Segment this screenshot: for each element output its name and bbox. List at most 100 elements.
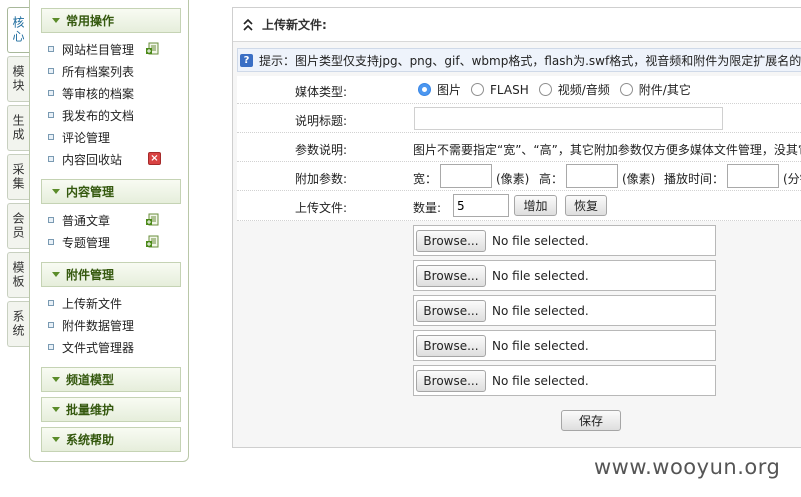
group-title: 系统帮助 (66, 433, 115, 447)
add-button[interactable]: 增加 (514, 195, 557, 216)
media-type-options: 图片 FLASH 视频/音频 附件/其它 (418, 81, 701, 98)
chevron-down-icon (52, 407, 60, 412)
file-input-2: Browse... No file selected. (413, 260, 716, 291)
radio-image[interactable]: 图片 (418, 81, 461, 98)
group-title: 频道模型 (66, 373, 115, 387)
reset-button[interactable]: 恢复 (565, 195, 607, 216)
caption-label: 说明标题: (295, 114, 348, 128)
radio-video-audio[interactable]: 视频/音频 (538, 81, 610, 98)
group-system-help[interactable]: 系统帮助 (41, 427, 181, 452)
media-type-label: 媒体类型: (295, 85, 348, 99)
sidebar-item-recycle-bin[interactable]: 内容回收站 (48, 150, 122, 168)
bullet-icon (48, 344, 54, 350)
sidebar-item-label: 内容回收站 (62, 152, 123, 167)
sidebar-item-topics[interactable]: 专题管理 (48, 233, 110, 251)
sidebar-item-upload-file[interactable]: 上传新文件 (48, 294, 122, 312)
radio-label: 视频/音频 (557, 83, 610, 97)
width-input[interactable] (440, 164, 492, 188)
bullet-icon (48, 46, 54, 52)
radio-label: 附件/其它 (638, 83, 691, 97)
tab-collect[interactable]: 采集 (7, 154, 29, 200)
sidebar-item-label: 文件式管理器 (62, 340, 135, 355)
sidebar-item-all-archives[interactable]: 所有档案列表 (48, 62, 134, 80)
upload-label: 上传文件: (295, 201, 348, 215)
radio-flash[interactable]: FLASH (471, 83, 529, 97)
group-batch-maintain[interactable]: 批量维护 (41, 397, 181, 422)
sidebar-item-pending-review[interactable]: 等审核的档案 (48, 84, 134, 102)
radio-unselected-icon (471, 83, 485, 96)
tab-core[interactable]: 核心 (7, 7, 29, 53)
bullet-icon (48, 217, 54, 223)
chevron-down-icon (52, 437, 60, 442)
recycle-bin-icon[interactable]: × (148, 152, 161, 165)
sidebar-item-articles[interactable]: 普通文章 (48, 211, 110, 229)
save-button[interactable]: 保存 (561, 410, 621, 431)
sidebar-item-label: 评论管理 (62, 130, 111, 145)
height-unit: (像素) (622, 172, 656, 186)
browse-button[interactable]: Browse... (416, 229, 486, 252)
browse-button[interactable]: Browse... (416, 299, 486, 322)
height-label: 高： (539, 172, 564, 186)
tab-template[interactable]: 模板 (7, 252, 29, 298)
radio-attachment[interactable]: 附件/其它 (619, 81, 691, 98)
sidebar-item-attachment-data[interactable]: 附件数据管理 (48, 316, 134, 334)
browse-button[interactable]: Browse... (416, 264, 486, 287)
params-desc-row: 参数说明: 图片不需要指定“宽”、“高”，其它附加参数仅方便多媒体文件管理，没其… (237, 133, 801, 162)
file-status: No file selected. (492, 303, 589, 318)
caption-input[interactable] (414, 107, 723, 130)
group-common-ops[interactable]: 常用操作 (41, 8, 181, 33)
tab-module[interactable]: 模块 (7, 56, 29, 102)
count-label: 数量: (413, 201, 442, 215)
sidebar-item-label: 所有档案列表 (62, 64, 135, 79)
add-document-icon[interactable] (146, 213, 160, 226)
file-status: No file selected. (492, 373, 589, 388)
browse-button[interactable]: Browse... (416, 334, 486, 357)
tip-bar: ? 提示：图片类型仅支持jpg、png、gif、wbmp格式，flash为.sw… (237, 48, 801, 72)
count-input[interactable] (453, 194, 509, 217)
width-unit: (像素) (496, 172, 530, 186)
chevron-down-icon (52, 189, 60, 194)
extra-params-row: 附加参数: 宽： (像素) 高： (像素) 播放时间： (分钟 (237, 162, 801, 191)
add-document-icon[interactable] (146, 42, 160, 55)
bullet-icon (48, 112, 54, 118)
play-time-label: 播放时间： (664, 172, 725, 186)
radio-unselected-icon (619, 83, 633, 96)
file-status: No file selected. (492, 338, 589, 353)
double-chevron-up-icon[interactable] (242, 18, 254, 32)
browse-button[interactable]: Browse... (416, 369, 486, 392)
radio-label: FLASH (490, 82, 529, 97)
height-input[interactable] (566, 164, 618, 188)
extra-params-label: 附加参数: (295, 172, 348, 186)
file-input-3: Browse... No file selected. (413, 295, 716, 326)
tab-system[interactable]: 系统 (7, 301, 29, 347)
bullet-icon (48, 90, 54, 96)
add-document-icon[interactable] (146, 235, 160, 248)
file-input-5: Browse... No file selected. (413, 365, 716, 396)
sidebar-panel: 常用操作 网站栏目管理 所有档案列表 等审核的档案 我发布的文档 评论管理 内容… (29, 0, 189, 462)
file-status: No file selected. (492, 268, 589, 283)
width-label: 宽： (413, 172, 438, 186)
bullet-icon (48, 239, 54, 245)
sidebar-item-my-documents[interactable]: 我发布的文档 (48, 106, 134, 124)
caption-row: 说明标题: (237, 104, 801, 133)
play-time-unit: (分钟 (783, 172, 801, 186)
group-channel-model[interactable]: 频道模型 (41, 367, 181, 392)
play-time-input[interactable] (727, 164, 779, 188)
group-title: 批量维护 (66, 403, 115, 417)
sidebar-item-file-manager[interactable]: 文件式管理器 (48, 338, 134, 356)
group-title: 附件管理 (66, 268, 115, 282)
tab-member[interactable]: 会员 (7, 203, 29, 249)
group-attachments[interactable]: 附件管理 (41, 262, 181, 287)
sidebar-item-comments[interactable]: 评论管理 (48, 128, 110, 146)
upload-row: 上传文件: 数量: 增加 恢复 (237, 191, 801, 221)
sidebar-item-site-columns[interactable]: 网站栏目管理 (48, 40, 134, 58)
upload-panel: 上传新文件: ? 提示：图片类型仅支持jpg、png、gif、wbmp格式，fl… (232, 7, 801, 448)
params-desc-label: 参数说明: (295, 143, 348, 157)
group-content-mgmt[interactable]: 内容管理 (41, 179, 181, 204)
tab-generate[interactable]: 生成 (7, 105, 29, 151)
panel-header: 上传新文件: (233, 8, 801, 42)
sidebar-item-label: 上传新文件 (62, 296, 123, 311)
bullet-icon (48, 134, 54, 140)
help-icon: ? (240, 53, 253, 67)
chevron-down-icon (52, 272, 60, 277)
